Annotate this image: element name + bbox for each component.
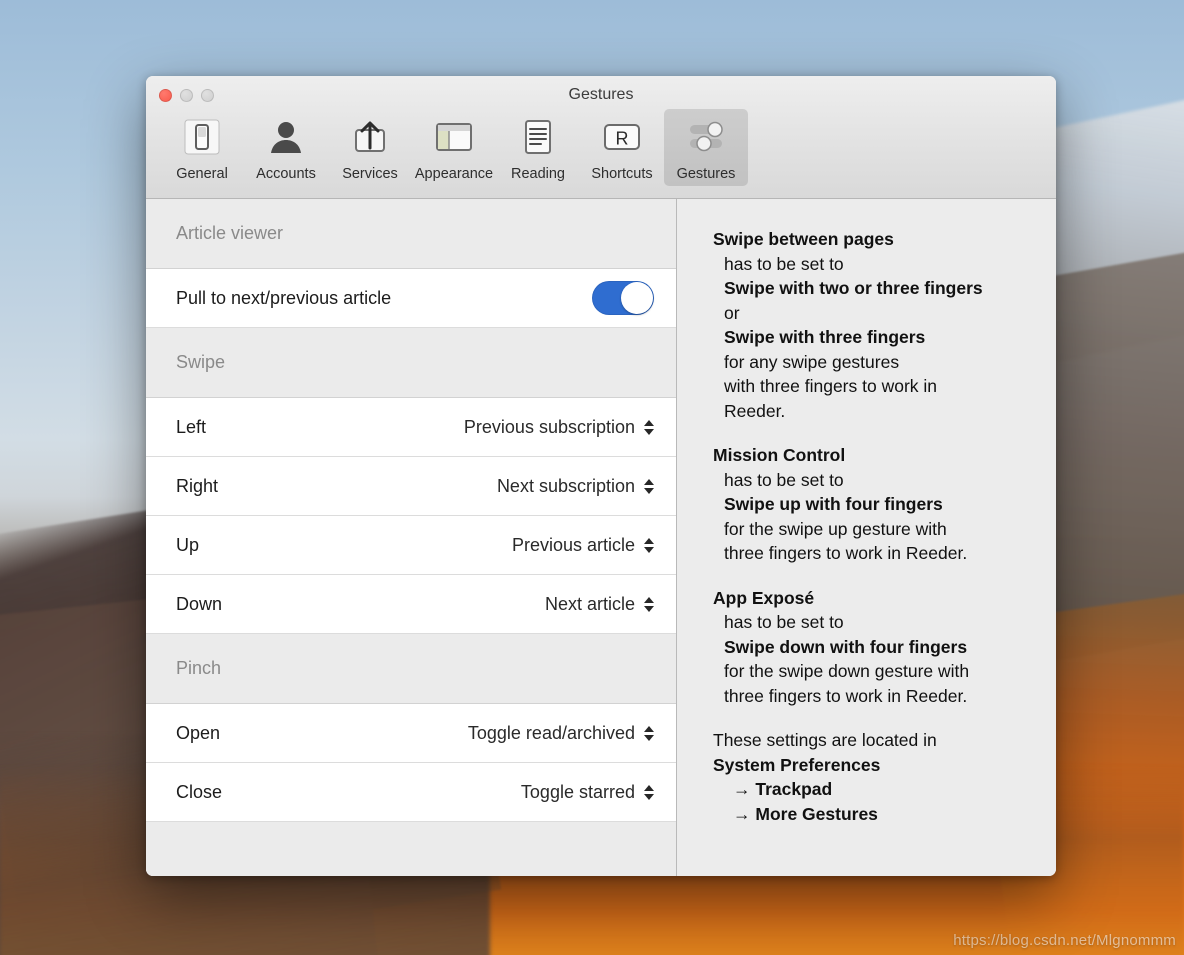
toolbar-tab-services-label: Services: [342, 166, 398, 182]
toolbar-tab-gestures-label: Gestures: [676, 166, 736, 182]
toolbar-tab-accounts[interactable]: Accounts: [244, 109, 328, 186]
help-block-swipe-between-pages: Swipe between pages has to be set to Swi…: [713, 227, 1032, 423]
setting-label: Close: [176, 781, 223, 802]
help-line: for the swipe down gesture with: [724, 661, 970, 681]
setting-row-swipe-down[interactable]: Down Next article: [146, 575, 676, 634]
setting-label: Right: [176, 475, 219, 496]
toolbar-tab-gestures[interactable]: Gestures: [664, 109, 748, 186]
toolbar-tab-shortcuts-label: Shortcuts: [591, 166, 653, 182]
chevron-updown-icon: [644, 478, 654, 494]
person-icon: [264, 115, 308, 159]
window-titlebar: Gestures General Accounts Services Appea…: [146, 76, 1056, 199]
toolbar-tab-accounts-label: Accounts: [256, 166, 316, 182]
document-icon: [516, 115, 560, 159]
help-line: Swipe up with four fingers: [724, 494, 943, 514]
window-body: Article viewer Pull to next/previous art…: [146, 199, 1056, 876]
help-line: for the swipe up gesture with: [724, 518, 947, 539]
watermark: https://blog.csdn.net/Mlgnommm: [953, 932, 1176, 949]
swipe-right-value: Next subscription: [496, 475, 635, 496]
help-line: App Exposé: [713, 587, 815, 608]
help-line: Swipe down with four fingers: [724, 636, 968, 657]
section-header-pinch: Pinch: [146, 634, 676, 704]
pinch-close-popup[interactable]: Toggle starred: [521, 782, 654, 803]
toolbar-tab-appearance-label: Appearance: [414, 166, 494, 182]
help-line: has to be set to: [724, 612, 844, 632]
swipe-down-popup[interactable]: Next article: [545, 594, 654, 615]
help-line: for any swipe gestures: [724, 351, 900, 372]
swipe-down-value: Next article: [544, 593, 635, 614]
help-line: Swipe with two or three fingers: [724, 278, 983, 298]
help-line: Mission Control: [713, 445, 846, 465]
pull-to-next-previous-article-toggle[interactable]: [592, 281, 654, 315]
help-line: These settings are located in: [713, 730, 937, 750]
help-line-more-gestures: → More Gestures: [733, 803, 878, 824]
chevron-updown-icon: [644, 784, 654, 800]
swipe-left-popup[interactable]: Previous subscription: [464, 417, 654, 438]
sliders-icon: [684, 115, 728, 159]
setting-label: Down: [176, 593, 223, 614]
setting-row-pinch-close[interactable]: Close Toggle starred: [146, 763, 676, 822]
chevron-updown-icon: [644, 596, 654, 612]
toolbar-tab-general[interactable]: General: [160, 109, 244, 186]
swipe-up-popup[interactable]: Previous article: [512, 535, 654, 556]
toggle-knob: [621, 282, 653, 314]
help-line: Reeder.: [724, 400, 786, 421]
help-line: three fingers to work in Reeder.: [724, 685, 968, 706]
help-line: three fingers to work in Reeder.: [724, 543, 968, 563]
help-line: Swipe with three fingers: [724, 327, 926, 347]
toolbar-tab-reading[interactable]: Reading: [496, 109, 580, 186]
swipe-up-value: Previous article: [511, 534, 635, 555]
help-line-trackpad: → Trackpad: [733, 779, 833, 799]
pinch-open-popup[interactable]: Toggle read/archived: [468, 723, 654, 744]
preferences-window: Gestures General Accounts Services Appea…: [146, 76, 1056, 876]
help-line: System Preferences: [713, 754, 881, 775]
setting-label: Open: [176, 722, 221, 743]
share-icon: [348, 115, 392, 159]
help-block-system-preferences: These settings are located in System Pre…: [713, 728, 1032, 826]
chevron-updown-icon: [644, 725, 654, 741]
pinch-open-value: Toggle read/archived: [467, 722, 635, 743]
chevron-updown-icon: [644, 419, 654, 435]
preferences-toolbar: General Accounts Services Appearance Rea…: [160, 109, 748, 186]
swipe-left-value: Previous subscription: [463, 416, 635, 437]
setting-row-pull-to-next-previous-article[interactable]: Pull to next/previous article: [146, 269, 676, 328]
toolbar-tab-shortcuts[interactable]: R Shortcuts: [580, 109, 664, 186]
toolbar-tab-services[interactable]: Services: [328, 109, 412, 186]
setting-row-swipe-left[interactable]: Left Previous subscription: [146, 398, 676, 457]
help-block-mission-control: Mission Control has to be set to Swipe u…: [713, 443, 1032, 566]
gestures-help-panel: Swipe between pages has to be set to Swi…: [677, 199, 1056, 876]
section-header-swipe: Swipe: [146, 328, 676, 398]
toolbar-tab-appearance[interactable]: Appearance: [412, 109, 496, 186]
switch-icon: [180, 115, 224, 159]
help-line: or: [724, 302, 740, 323]
setting-row-swipe-up[interactable]: Up Previous article: [146, 516, 676, 575]
help-line: has to be set to: [724, 253, 844, 274]
setting-row-pinch-open[interactable]: Open Toggle read/archived: [146, 704, 676, 763]
key-r-icon: R: [600, 115, 644, 159]
swipe-right-popup[interactable]: Next subscription: [497, 476, 654, 497]
desktop-background: https://blog.csdn.net/Mlgnommm Gestures: [0, 0, 1184, 955]
pinch-close-value: Toggle starred: [520, 781, 635, 802]
setting-row-swipe-right[interactable]: Right Next subscription: [146, 457, 676, 516]
setting-label: Up: [176, 534, 200, 555]
toolbar-tab-general-label: General: [176, 166, 228, 182]
help-line: with three fingers to work in: [724, 376, 938, 396]
chevron-updown-icon: [644, 537, 654, 553]
setting-label: Pull to next/previous article: [176, 287, 392, 308]
settings-list: Article viewer Pull to next/previous art…: [146, 199, 677, 876]
setting-label: Left: [176, 416, 207, 437]
help-block-app-expose: App Exposé has to be set to Swipe down w…: [713, 586, 1032, 709]
help-line: Swipe between pages: [713, 229, 894, 249]
toolbar-tab-reading-label: Reading: [510, 166, 565, 182]
svg-text:R: R: [616, 129, 629, 149]
help-line: has to be set to: [724, 469, 844, 490]
window-title: Gestures: [568, 86, 634, 103]
settings-list-filler: [146, 822, 676, 876]
section-header-article-viewer: Article viewer: [146, 199, 676, 269]
layout-icon: [432, 115, 476, 159]
